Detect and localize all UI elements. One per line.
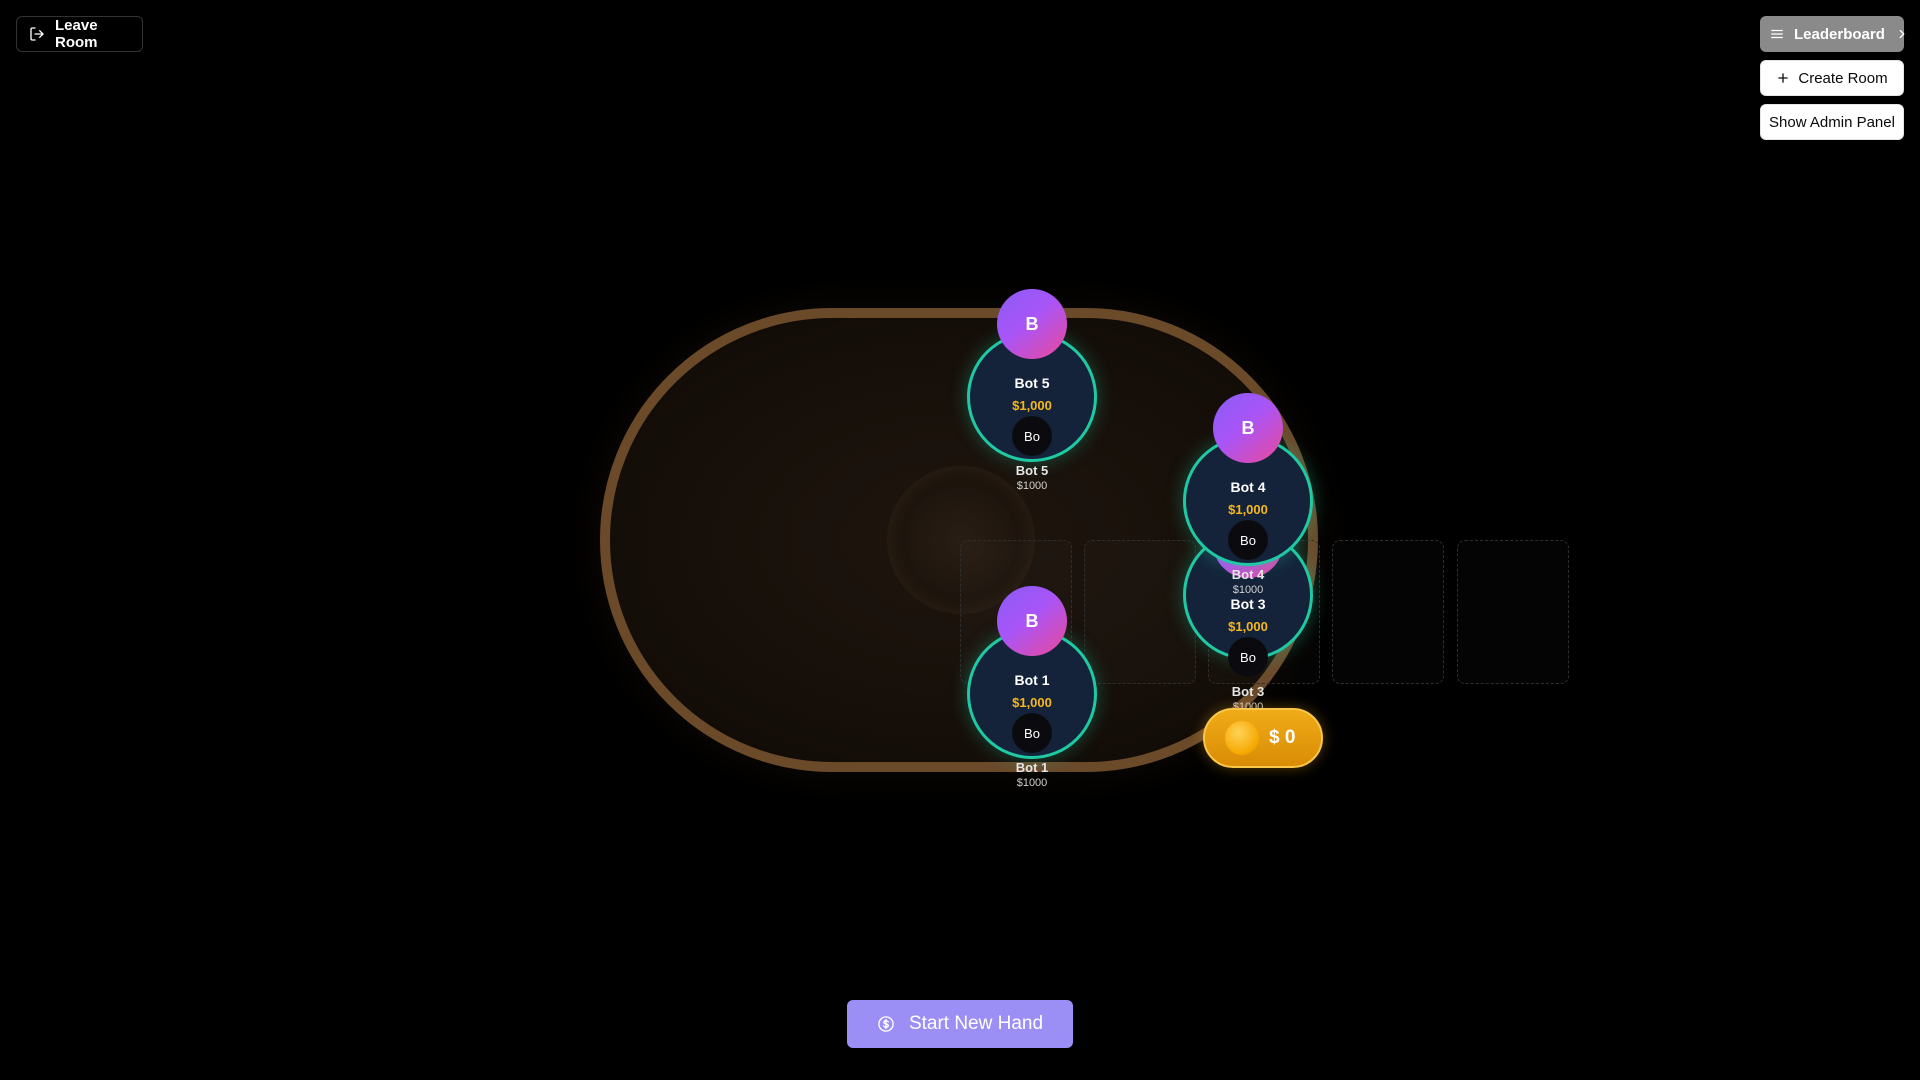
pot-amount: $ 0 (1269, 727, 1296, 748)
player-chips: $1,000 (1012, 398, 1052, 413)
player-seat-bot-4[interactable]: B Bot 4 $1,000 Bo Bot 4 $1000 (1183, 393, 1313, 603)
leaderboard-label: Leaderboard (1794, 25, 1885, 43)
player-amount: $1000 (1232, 584, 1264, 596)
plus-icon (1776, 71, 1790, 85)
player-seat-bot-5[interactable]: B Bot 5 $1,000 Bo Bot 5 $1000 (967, 289, 1097, 499)
player-amount: $1000 (1016, 480, 1048, 492)
chevron-right-icon (1895, 27, 1909, 41)
player-label: Bot 4 (1231, 567, 1265, 582)
show-admin-panel-button[interactable]: Show Admin Panel (1760, 104, 1904, 140)
leave-room-button[interactable]: Leave Room (16, 16, 143, 52)
menu-icon (1770, 27, 1784, 41)
player-name: Bot 5 (1014, 375, 1050, 391)
player-chips: $1,000 (1228, 619, 1268, 634)
avatar: B (997, 586, 1067, 656)
leaderboard-button[interactable]: Leaderboard (1760, 16, 1905, 52)
player-hand-badge: Bo (1228, 637, 1268, 677)
player-hand-badge: Bo (1012, 713, 1052, 753)
avatar: B (997, 289, 1067, 359)
create-room-label: Create Room (1798, 69, 1888, 87)
player-label: Bot 1 (1015, 760, 1049, 775)
create-room-button[interactable]: Create Room (1760, 60, 1904, 96)
community-card-slot-4 (1332, 540, 1444, 684)
player-chips: $1,000 (1012, 695, 1052, 710)
player-name: Bot 4 (1230, 479, 1266, 495)
dollar-circle-icon (877, 1015, 895, 1033)
player-hand-badge: Bo (1012, 416, 1052, 456)
pot-display: $ 0 (1203, 708, 1323, 768)
player-seat-bot-1[interactable]: B Bot 1 $1,000 Bo Bot 1 $1000 (967, 586, 1097, 796)
community-card-slot-2 (1084, 540, 1196, 684)
leave-room-label: Leave Room (55, 17, 98, 51)
player-amount: $1000 (1016, 777, 1048, 789)
player-hand-badge: Bo (1228, 520, 1268, 560)
start-new-hand-label: Start New Hand (908, 1013, 1044, 1034)
show-admin-panel-label: Show Admin Panel (1769, 113, 1895, 131)
start-new-hand-button[interactable]: Start New Hand (847, 1000, 1073, 1048)
player-name: Bot 1 (1014, 672, 1050, 688)
player-label: Bot 3 (1231, 684, 1265, 699)
logout-icon (29, 26, 45, 42)
avatar: B (1213, 393, 1283, 463)
community-card-slot-5 (1457, 540, 1569, 684)
player-chips: $1,000 (1228, 502, 1268, 517)
coin-icon (1225, 721, 1259, 755)
player-label: Bot 5 (1015, 463, 1049, 478)
